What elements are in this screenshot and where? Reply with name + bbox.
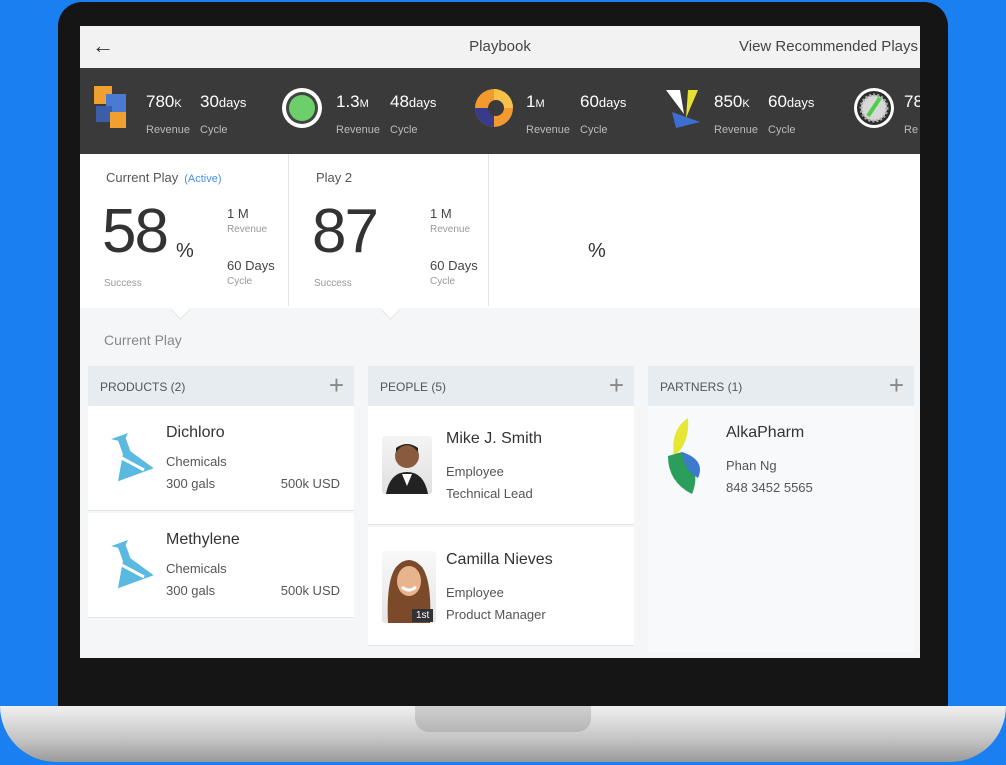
revenue-label: Re xyxy=(904,124,919,136)
people-header: PEOPLE (5) + xyxy=(368,366,634,406)
add-person-icon[interactable]: + xyxy=(609,371,624,399)
people-title: PEOPLE (5) xyxy=(380,380,447,394)
play-card-current[interactable]: Current Play (Active) 58 % Success 1 M Re… xyxy=(80,154,289,306)
company-stat[interactable]: 780K Revenue 30days Cycle xyxy=(94,68,264,154)
success-label: Success xyxy=(104,278,142,289)
laptop-notch xyxy=(415,706,591,732)
products-header: PRODUCTS (2) + xyxy=(88,366,354,406)
cycle-label: Cycle xyxy=(580,124,608,136)
revenue-value: 780K xyxy=(146,92,182,111)
section-heading: Current Play xyxy=(104,332,182,348)
revenue-value: 1 M xyxy=(227,206,249,221)
green-circle-logo-icon xyxy=(282,88,322,128)
cycle-value: 60days xyxy=(580,92,627,111)
product-category: Chemicals xyxy=(166,561,227,576)
person-type: Employee xyxy=(446,585,504,600)
revenue-value: 78 xyxy=(904,92,920,111)
gear-circle-logo-icon xyxy=(854,88,894,128)
product-quantity: 300 gals xyxy=(166,476,216,491)
cycle-value: 60days xyxy=(768,92,815,111)
cycle-value: 30days xyxy=(200,92,247,111)
play-title: Current Play (Active) xyxy=(106,170,222,185)
list-item[interactable]: Mike J. Smith Employee Technical Lead xyxy=(368,406,634,525)
cycle-label: Cycle xyxy=(430,276,456,287)
success-label: Success xyxy=(314,278,352,289)
revenue-label: Revenue xyxy=(526,124,571,136)
revenue-label: Revenue xyxy=(227,224,268,235)
revenue-label: Revenue xyxy=(336,124,381,136)
cycle-value: 60 Days xyxy=(430,258,478,273)
add-partner-icon[interactable]: + xyxy=(889,371,904,399)
cycle-label: Cycle xyxy=(390,124,418,136)
person-role: Product Manager xyxy=(446,607,546,622)
product-category: Chemicals xyxy=(166,454,227,469)
play-cards: Current Play (Active) 58 % Success 1 M Re… xyxy=(80,154,920,320)
leaf-logo-icon xyxy=(668,418,700,494)
partners-header: PARTNERS (1) + xyxy=(648,366,914,406)
list-item[interactable]: Methylene Chemicals 300 gals 500k USD xyxy=(88,513,354,618)
partners-column: PARTNERS (1) + AlkaPharm Phan Ng 848 345… xyxy=(648,366,914,654)
partner-phone: 848 3452 5565 xyxy=(726,480,813,495)
revenue-value: 1 M xyxy=(430,206,452,221)
person-role: Technical Lead xyxy=(446,486,533,501)
people-column: PEOPLE (5) + Mike J. Smith Employee Tech… xyxy=(368,366,634,648)
revenue-value: 1M xyxy=(526,92,545,111)
cycle-label: Cycle xyxy=(768,124,796,136)
success-unit: % xyxy=(588,240,606,262)
flask-icon xyxy=(111,539,154,589)
revenue-label: Revenue xyxy=(714,124,759,136)
partner-name: AlkaPharm xyxy=(726,424,805,441)
flask-icon xyxy=(111,432,154,482)
product-quantity: 300 gals xyxy=(166,583,216,598)
success-value: 58 xyxy=(102,197,169,266)
revenue-value: 1.3M xyxy=(336,92,369,111)
cycle-value: 48days xyxy=(390,92,437,111)
v-logo-icon xyxy=(666,90,700,128)
connection-badge: 1st xyxy=(412,609,434,622)
cycle-label: Cycle xyxy=(200,124,228,136)
product-price: 500k USD xyxy=(280,583,340,598)
person-name: Camilla Nieves xyxy=(446,551,553,568)
company-stats-bar: 780K Revenue 30days Cycle 1.3M Revenue 4… xyxy=(80,68,920,154)
app-screen: ← Playbook View Recommended Plays 780K R… xyxy=(80,26,920,658)
swirl-logo-icon xyxy=(475,89,513,127)
product-name: Methylene xyxy=(166,531,240,548)
view-recommended-plays-link[interactable]: View Recommended Plays xyxy=(739,38,918,55)
company-stat[interactable]: 78 Re xyxy=(852,68,920,154)
revenue-label: Revenue xyxy=(146,124,191,136)
revenue-value: 850K xyxy=(714,92,750,111)
add-product-icon[interactable]: + xyxy=(329,371,344,399)
active-badge: (Active) xyxy=(184,173,222,185)
products-title: PRODUCTS (2) xyxy=(100,380,186,394)
play-card-2[interactable]: Play 2 87 % Success 1 M Revenue 60 Days … xyxy=(290,154,606,306)
top-bar: ← Playbook View Recommended Plays xyxy=(80,26,920,69)
company-stat[interactable]: 1.3M Revenue 48days Cycle xyxy=(280,68,450,154)
partners-title: PARTNERS (1) xyxy=(660,380,743,394)
cycle-label: Cycle xyxy=(227,276,253,287)
revenue-label: Revenue xyxy=(430,224,471,235)
product-price: 500k USD xyxy=(280,476,340,491)
products-column: PRODUCTS (2) + Dichloro Chemicals 300 ga… xyxy=(88,366,354,620)
cycle-value: 60 Days xyxy=(227,258,275,273)
success-unit: % xyxy=(176,240,194,262)
person-name: Mike J. Smith xyxy=(446,430,543,447)
play-title: Play 2 xyxy=(316,170,353,185)
product-name: Dichloro xyxy=(166,424,225,441)
squares-logo-icon xyxy=(94,86,126,128)
list-item[interactable]: 1st Camilla Nieves Employee Product Mana… xyxy=(368,527,634,646)
company-stat[interactable]: 1M Revenue 60days Cycle xyxy=(472,68,642,154)
company-stat[interactable]: 850K Revenue 60days Cycle xyxy=(662,68,832,154)
partner-contact: Phan Ng xyxy=(726,458,777,473)
avatar xyxy=(382,436,432,494)
list-item[interactable]: Dichloro Chemicals 300 gals 500k USD xyxy=(88,406,354,511)
success-value: 87 xyxy=(312,197,379,266)
person-type: Employee xyxy=(446,464,504,479)
list-item[interactable]: AlkaPharm Phan Ng 848 3452 5565 xyxy=(648,406,914,652)
